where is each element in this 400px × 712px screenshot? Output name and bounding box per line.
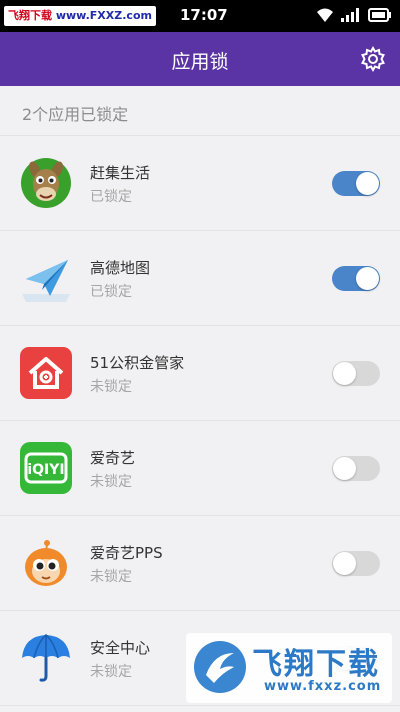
battery-icon: [368, 8, 392, 22]
app-bar: 应用锁: [0, 32, 400, 86]
app-name: 51公积金管家: [90, 354, 185, 372]
wifi-icon: [316, 7, 334, 23]
lock-status: 未锁定: [90, 474, 132, 490]
pps-mascot-icon: [20, 537, 72, 589]
page-title: 应用锁: [171, 51, 229, 73]
lock-toggle[interactable]: [332, 171, 380, 196]
app-name: 赶集生活: [90, 164, 151, 182]
list-item[interactable]: 赶集生活 已锁定: [0, 136, 400, 231]
lock-status: 已锁定: [90, 284, 132, 300]
app-name: 爱奇艺PPS: [90, 544, 163, 562]
amap-paper-plane-icon: [20, 252, 72, 304]
site-badge-url: www.FXXZ.com: [52, 9, 152, 22]
status-icons: [316, 7, 392, 23]
list-item[interactable]: 高德地图 已锁定: [0, 231, 400, 326]
list-item[interactable]: 51公积金管家 未锁定: [0, 326, 400, 421]
site-badge-cn: 飞翔下载: [8, 9, 52, 22]
lock-status: 未锁定: [90, 664, 132, 680]
lock-toggle[interactable]: [332, 266, 380, 291]
lock-status: 已锁定: [90, 189, 132, 205]
lock-toggle[interactable]: [332, 456, 380, 481]
status-bar: 飞翔下载 www.FXXZ.com 17:07: [0, 0, 400, 32]
app-list: 赶集生活 已锁定 高德地图 已锁定 51公积金管家 未锁定 iQIYI 爱奇艺 …: [0, 136, 400, 706]
lock-toggle[interactable]: [332, 361, 380, 386]
site-badge: 飞翔下载 www.FXXZ.com: [4, 6, 156, 26]
lock-toggle[interactable]: [332, 551, 380, 576]
locked-summary-text: 2个应用已锁定: [22, 105, 129, 124]
svg-text:iQIYI: iQIYI: [27, 462, 64, 478]
app-name: 高德地图: [90, 259, 151, 277]
iqiyi-icon: iQIYI: [20, 442, 72, 494]
app-name: 安全中心: [90, 639, 151, 657]
locked-summary: 2个应用已锁定: [0, 86, 400, 136]
status-time: 17:07: [180, 6, 228, 24]
app-name: 爱奇艺: [90, 449, 136, 467]
watermark-logo-icon: [192, 639, 248, 695]
ganji-donkey-icon: [20, 157, 72, 209]
gear-icon[interactable]: [360, 45, 386, 73]
watermark-url: www.fxxz.com: [264, 679, 382, 694]
toggle-knob: [333, 457, 356, 480]
toggle-knob: [356, 267, 379, 290]
security-umbrella-icon: [20, 632, 72, 684]
list-item[interactable]: iQIYI 爱奇艺 未锁定: [0, 421, 400, 516]
watermark: 飞翔下载 www.fxxz.com: [186, 633, 392, 703]
lock-status: 未锁定: [90, 569, 132, 585]
list-item[interactable]: 爱奇艺PPS 未锁定: [0, 516, 400, 611]
toggle-knob: [333, 362, 356, 385]
house-fund-icon: [20, 347, 72, 399]
signal-icon: [341, 8, 361, 22]
toggle-knob: [356, 172, 379, 195]
toggle-knob: [333, 552, 356, 575]
lock-status: 未锁定: [90, 379, 132, 395]
watermark-text: 飞翔下载: [252, 647, 380, 682]
